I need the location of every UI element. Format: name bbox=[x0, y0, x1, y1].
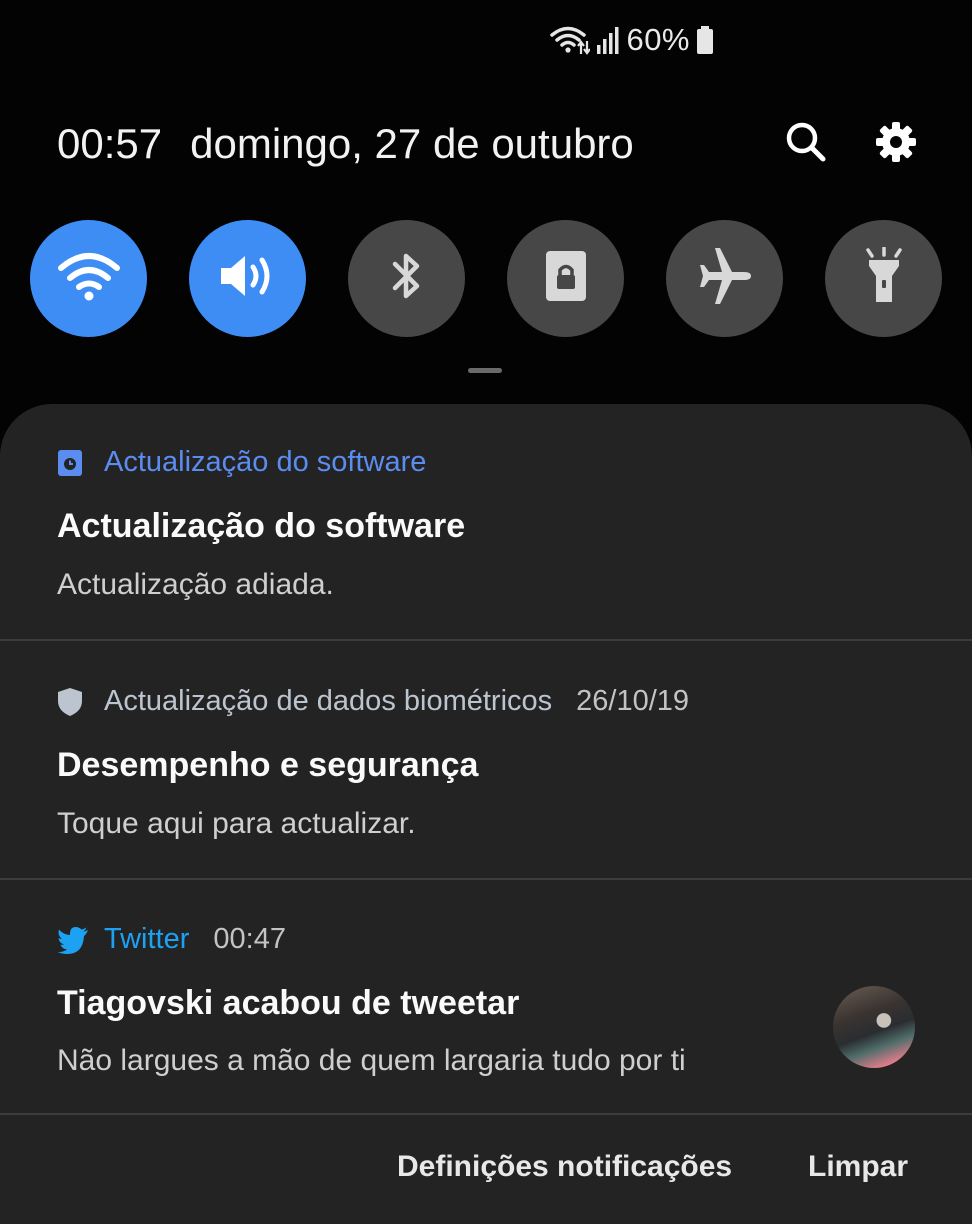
airplane-mode-toggle[interactable] bbox=[666, 220, 783, 337]
clear-button[interactable]: Limpar bbox=[808, 1150, 908, 1184]
app-name: Actualização de dados biométricos bbox=[104, 685, 553, 717]
wifi-icon bbox=[57, 250, 121, 307]
notification-body: Actualização adiada. bbox=[57, 568, 334, 601]
wifi-data-icon bbox=[550, 24, 591, 56]
portrait-lock-icon bbox=[543, 248, 589, 309]
avatar bbox=[833, 986, 915, 1068]
divider bbox=[0, 878, 972, 880]
notification-header: Actualização do software bbox=[57, 446, 426, 479]
panel-header: 00:57 domingo, 27 de outubro bbox=[57, 112, 972, 176]
flashlight-icon bbox=[861, 246, 907, 310]
wifi-toggle[interactable] bbox=[30, 220, 147, 337]
app-name: Actualização do software bbox=[104, 446, 427, 478]
notification-header: Actualização de dados biométricos 26/10/… bbox=[57, 685, 689, 718]
app-name: Twitter bbox=[104, 923, 190, 955]
software-update-icon bbox=[57, 447, 89, 479]
battery-percentage: 60% bbox=[626, 22, 690, 57]
flashlight-toggle[interactable] bbox=[825, 220, 942, 337]
notification-title: Desempenho e segurança bbox=[57, 746, 479, 784]
bluetooth-icon bbox=[387, 248, 427, 309]
clock: 00:57 bbox=[57, 120, 163, 167]
airplane-icon bbox=[695, 248, 755, 309]
signal-icon bbox=[596, 25, 620, 55]
notification-header: Twitter 00:47 bbox=[57, 923, 286, 956]
notification-time: 00:47 bbox=[213, 923, 286, 955]
bluetooth-toggle[interactable] bbox=[348, 220, 465, 337]
divider bbox=[0, 639, 972, 641]
search-button[interactable] bbox=[774, 112, 838, 176]
status-bar: 60% bbox=[550, 18, 714, 62]
drag-handle[interactable] bbox=[468, 368, 502, 373]
notification-settings-button[interactable]: Definições notificações bbox=[397, 1150, 732, 1184]
date[interactable]: domingo, 27 de outubro bbox=[190, 120, 634, 168]
gear-icon bbox=[875, 121, 917, 168]
portrait-lock-toggle[interactable] bbox=[507, 220, 624, 337]
twitter-icon bbox=[57, 924, 89, 956]
notification-time: 26/10/19 bbox=[576, 685, 690, 717]
sound-toggle[interactable] bbox=[189, 220, 306, 337]
battery-icon bbox=[696, 25, 714, 55]
shield-icon bbox=[57, 686, 89, 718]
quick-settings bbox=[30, 220, 942, 337]
search-icon bbox=[784, 120, 828, 169]
notification-title: Actualização do software bbox=[57, 507, 466, 545]
notification-body: Não largues a mão de quem largaria tudo … bbox=[57, 1044, 686, 1077]
volume-icon bbox=[217, 250, 279, 307]
notification-title: Tiagovski acabou de tweetar bbox=[57, 984, 520, 1022]
settings-button[interactable] bbox=[864, 112, 928, 176]
divider bbox=[0, 1113, 972, 1115]
notification-body: Toque aqui para actualizar. bbox=[57, 807, 416, 840]
